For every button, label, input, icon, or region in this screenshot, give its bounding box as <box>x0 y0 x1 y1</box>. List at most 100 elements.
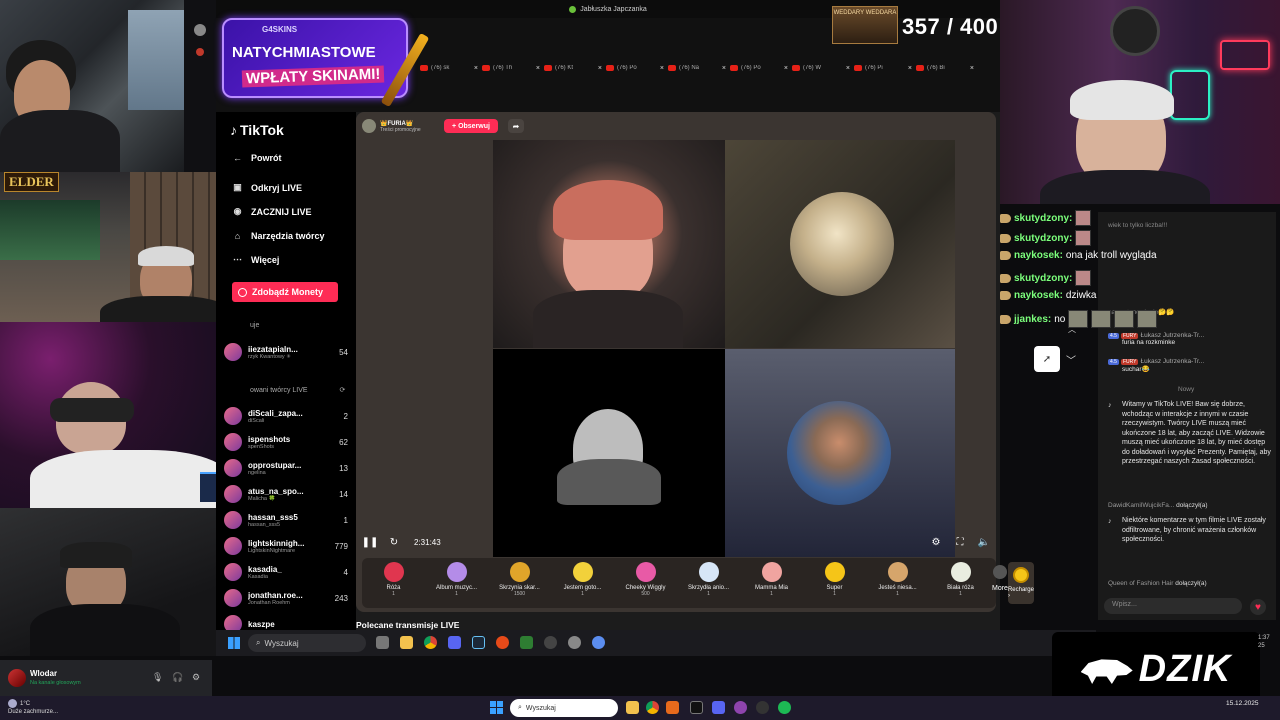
gear-icon[interactable]: ⚙ <box>192 672 200 683</box>
gift-item[interactable]: Album muzyc... 1 <box>425 562 488 597</box>
settings-icon[interactable]: ⚙ <box>930 536 942 548</box>
like-heart-icon[interactable]: ♥ <box>1250 599 1266 615</box>
close-icon[interactable]: × <box>598 65 602 72</box>
browser-tab[interactable]: (76) Po × <box>730 65 788 72</box>
discord-icon[interactable] <box>448 636 461 649</box>
gift-item[interactable]: Jesteś niesa... 1 <box>866 562 929 597</box>
creator-item[interactable]: hassan_sss5 hassan_sss5 1 <box>224 508 348 532</box>
gift-item[interactable]: Biała róża 1 <box>929 562 992 597</box>
app-green-icon[interactable] <box>520 636 533 649</box>
viewer-count: 14 <box>339 489 348 499</box>
discord-icon[interactable] <box>712 701 725 714</box>
live-timer: 2:31:43 <box>414 537 441 547</box>
guest-video-1[interactable] <box>493 140 725 348</box>
gift-item[interactable]: Jestem goto... 1 <box>551 562 614 597</box>
app-red-icon[interactable] <box>496 636 509 649</box>
folder-icon[interactable] <box>626 701 639 714</box>
inner-search-box[interactable]: ⌕ Wyszukaj <box>248 634 366 652</box>
windows-start-icon[interactable] <box>228 637 240 649</box>
windows-start-icon[interactable] <box>490 701 503 714</box>
creator-item[interactable]: iiezatapialn... rzyk Kwantowy ✳ 54 <box>224 340 348 364</box>
tray-clock[interactable]: 15.12.2025 <box>1226 700 1259 708</box>
volume-icon[interactable]: 🔈 <box>978 536 990 548</box>
sword-icon <box>1000 213 1011 223</box>
avatar[interactable] <box>8 669 26 687</box>
webcam-elder <box>0 172 232 322</box>
close-icon[interactable]: × <box>474 65 478 72</box>
share-icon[interactable]: ➦ <box>508 119 524 133</box>
chevron-down-icon[interactable]: ﹀ <box>1066 352 1076 367</box>
capcut-icon[interactable] <box>690 701 703 714</box>
nav-item-5[interactable]: ⋯ Więcej <box>232 254 279 265</box>
creator-item[interactable]: atus_na_spo... Malicha 🍀 14 <box>224 482 348 506</box>
follow-button[interactable]: + Obserwuj <box>444 119 498 133</box>
get-coins-button[interactable]: Zdobądź Monety <box>232 282 338 302</box>
nav-item-2[interactable]: ▣ Odkryj LIVE <box>232 182 302 193</box>
chat-input[interactable]: Wpisz... <box>1104 598 1242 614</box>
gift-item[interactable]: Skrzydła anio... 1 <box>677 562 740 597</box>
pause-icon[interactable]: ❚❚ <box>362 536 379 548</box>
guest-video-3[interactable] <box>493 349 725 557</box>
obs-icon[interactable] <box>544 636 557 649</box>
close-icon[interactable]: × <box>536 65 540 72</box>
browser-tab[interactable]: (76) Kt × <box>544 65 602 72</box>
headphones-icon[interactable]: 🎧 <box>172 672 183 683</box>
nav-item-3[interactable]: ◉ ZACZNIJ LIVE <box>232 206 312 217</box>
nav-item-4[interactable]: ⌂ Narzędzia twórcy <box>232 230 325 241</box>
browser-tab[interactable]: (76) Po × <box>606 65 664 72</box>
fullscreen-icon[interactable]: ⛶ <box>954 536 966 548</box>
browser-tab[interactable]: (76) sk × <box>420 65 478 72</box>
creator-item[interactable]: opprostupar... ngelina 13 <box>224 456 348 480</box>
gift-item[interactable]: Super 1 <box>803 562 866 597</box>
gift-item[interactable]: Skrzynia skar... 1500 <box>488 562 551 597</box>
guest-video-4[interactable] <box>725 349 955 557</box>
close-icon[interactable]: × <box>660 65 664 72</box>
gift-bar: Róża 1 Album muzyc... 1 Skrzynia skar... 1500… <box>362 558 1034 608</box>
guest-video-2[interactable] <box>725 140 955 348</box>
microphone-icon[interactable]: 🎙 <box>152 672 163 683</box>
steam-icon[interactable] <box>472 636 485 649</box>
close-icon[interactable]: × <box>970 65 974 72</box>
task-view-icon[interactable] <box>376 636 389 649</box>
close-icon[interactable]: × <box>846 65 850 72</box>
coin-icon <box>1012 567 1029 583</box>
browser-tab[interactable]: (76) Na × <box>668 65 726 72</box>
creator-name: hassan_sss5 <box>248 512 298 522</box>
browser-tab[interactable]: (76) Th × <box>482 65 540 72</box>
folder-icon[interactable] <box>400 636 413 649</box>
taskbar-search-box[interactable]: ⌕ Wyszukaj <box>510 699 618 717</box>
creator-item[interactable]: diScali_zapa... diScali 2 <box>224 404 348 428</box>
chrome-icon[interactable] <box>424 636 437 649</box>
host-info[interactable]: 👑FURIA👑 Treści promocyjne <box>362 118 421 134</box>
gear-app-icon[interactable] <box>592 636 605 649</box>
refresh-icon[interactable]: ⟳ <box>340 387 346 394</box>
replay-icon[interactable]: ↻ <box>388 536 400 548</box>
back-arrow-icon: ← <box>233 152 242 163</box>
obs-icon[interactable] <box>756 701 769 714</box>
creator-item[interactable]: kasadia_ Kasadia 4 <box>224 560 348 584</box>
close-icon[interactable]: × <box>722 65 726 72</box>
avatar <box>224 589 242 607</box>
browser-icon[interactable] <box>734 701 747 714</box>
gift-item[interactable]: Mamma Mia 1 <box>740 562 803 597</box>
close-icon[interactable]: × <box>784 65 788 72</box>
creator-item[interactable]: ispenshots spenShots 62 <box>224 430 348 454</box>
close-icon[interactable]: × <box>908 65 912 72</box>
spotify-icon[interactable] <box>778 701 791 714</box>
browser-tab[interactable]: (76) Pi × <box>854 65 912 72</box>
browser-tab[interactable]: (76) W × <box>792 65 850 72</box>
gift-item[interactable]: Róża 1 <box>362 562 425 597</box>
chevron-up-icon[interactable]: ︿ <box>1068 324 1076 335</box>
gift-item[interactable]: Cheeky Wiggly 500 <box>614 562 677 597</box>
weather-widget[interactable]: 1°C Duże zachmurze... <box>8 699 58 716</box>
app-orange-icon[interactable] <box>666 701 679 714</box>
creator-item[interactable]: jonathan.roe... Jonathan Roehm 243 <box>224 586 348 610</box>
nav-item-1[interactable]: ← Powrót <box>232 152 282 163</box>
chrome-icon[interactable] <box>646 701 659 714</box>
tiktok-logo[interactable]: ♪ TikTok <box>230 122 284 138</box>
creator-item[interactable]: lightskinnigh... LightskinNightmare 779 <box>224 534 348 558</box>
settings-app-icon[interactable] <box>568 636 581 649</box>
recharge-button[interactable]: Recharge › <box>1007 562 1034 604</box>
more-gifts-button[interactable]: More <box>992 562 1008 592</box>
browser-tab[interactable]: (76) Bi × <box>916 65 974 72</box>
